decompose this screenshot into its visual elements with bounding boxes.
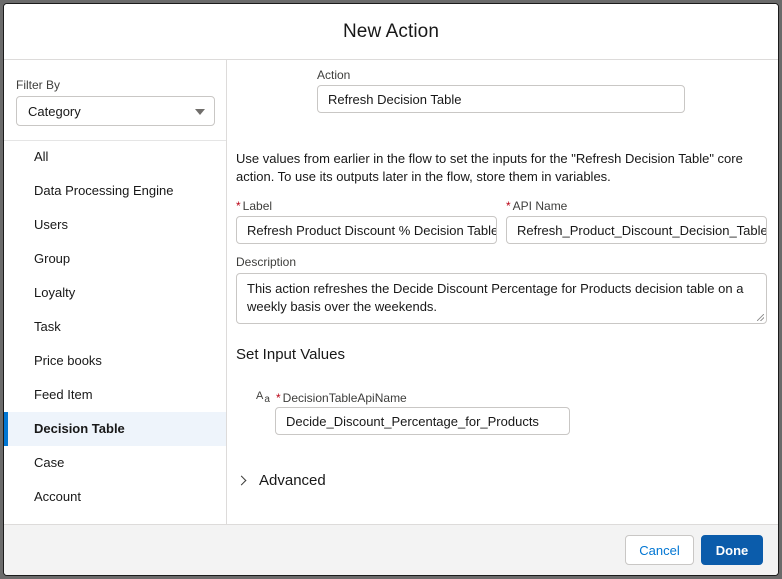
decision-table-api-name-input[interactable]: Decide_Discount_Percentage_for_Products <box>275 407 570 435</box>
label-field-label: * Label <box>236 199 273 213</box>
category-sidebar: Filter By Category All Data Processing En… <box>4 60 227 524</box>
action-label: Action <box>317 68 351 82</box>
api-name-input-value: Refresh_Product_Discount_Decision_Table <box>517 222 767 238</box>
done-button[interactable]: Done <box>701 535 763 565</box>
filter-by-value: Category <box>28 103 81 119</box>
chevron-right-icon <box>236 475 247 486</box>
api-name-input[interactable]: Refresh_Product_Discount_Decision_Table <box>506 216 767 244</box>
action-config-panel: Action Refresh Decision Table Use values… <box>228 60 778 524</box>
advanced-section-toggle[interactable]: Advanced <box>236 472 326 489</box>
modal-body: Filter By Category All Data Processing En… <box>4 60 778 524</box>
required-marker: * <box>276 391 281 405</box>
description-value: This action refreshes the Decide Discoun… <box>247 281 744 314</box>
label-input-value: Refresh Product Discount % Decision Tabl… <box>247 222 497 238</box>
sidebar-item-price-books[interactable]: Price books <box>4 344 226 378</box>
decision-table-api-name-value: Decide_Discount_Percentage_for_Products <box>286 413 539 429</box>
required-marker: * <box>506 199 511 213</box>
chevron-down-icon <box>195 109 205 115</box>
description-label: Description <box>236 255 297 269</box>
sidebar-item-feed-item[interactable]: Feed Item <box>4 378 226 412</box>
action-value: Refresh Decision Table <box>328 91 462 107</box>
sidebar-item-case[interactable]: Case <box>4 446 226 480</box>
sidebar-item-data-processing-engine[interactable]: Data Processing Engine <box>4 174 226 208</box>
description-textarea[interactable]: This action refreshes the Decide Discoun… <box>236 273 767 324</box>
resize-handle-icon[interactable] <box>757 314 764 321</box>
text-type-icon: Aa <box>256 390 270 405</box>
modal-title: New Action <box>342 20 440 42</box>
new-action-modal: New Action Filter By Category All Data Pr… <box>3 3 779 576</box>
filter-by-select[interactable]: Category <box>16 96 215 126</box>
cancel-button[interactable]: Cancel <box>625 535 694 565</box>
modal-header: New Action <box>4 4 778 60</box>
sidebar-item-group[interactable]: Group <box>4 242 226 276</box>
modal-footer: Cancel Done <box>4 524 778 575</box>
sidebar-item-loyalty[interactable]: Loyalty <box>4 276 226 310</box>
decision-table-api-name-label: * DecisionTableApiName <box>276 391 407 405</box>
action-search-input[interactable]: Refresh Decision Table <box>317 85 685 113</box>
sidebar-item-decision-table[interactable]: Decision Table <box>4 412 226 446</box>
advanced-label: Advanced <box>259 472 326 489</box>
required-marker: * <box>236 199 241 213</box>
sidebar-item-all[interactable]: All <box>4 140 226 174</box>
category-list: All Data Processing Engine Users Group Loyal… <box>4 140 226 514</box>
sidebar-item-users[interactable]: Users <box>4 208 226 242</box>
info-text: Use values from earlier in the flow to s… <box>236 151 743 184</box>
sidebar-item-task[interactable]: Task <box>4 310 226 344</box>
api-name-field-label: * API Name <box>506 199 568 213</box>
input-section-title: Set Input Values <box>236 346 345 363</box>
label-input[interactable]: Refresh Product Discount % Decision Tabl… <box>236 216 497 244</box>
filter-by-label: Filter By <box>16 78 61 92</box>
sidebar-item-account[interactable]: Account <box>4 480 226 514</box>
